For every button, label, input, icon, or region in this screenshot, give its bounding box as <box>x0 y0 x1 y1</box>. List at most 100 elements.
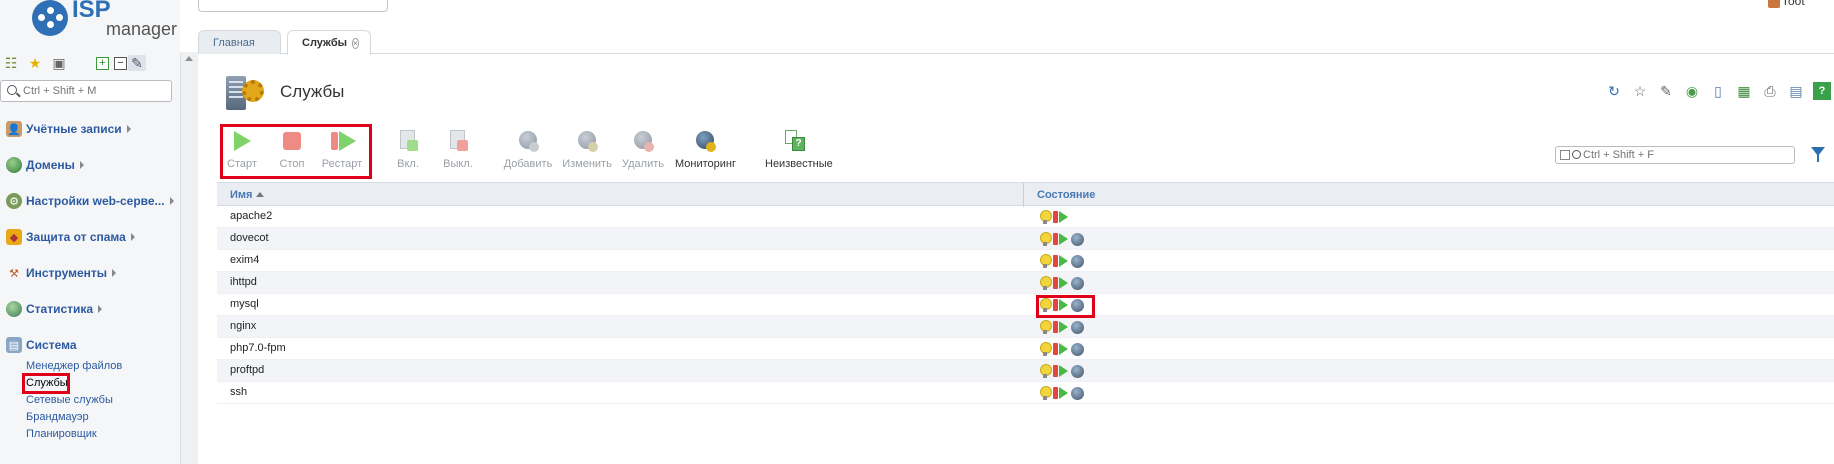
nav-group-statistics[interactable]: Статистика <box>6 299 103 319</box>
bulb-icon <box>1039 210 1052 224</box>
service-name: apache2 <box>230 210 273 222</box>
column-header-state[interactable]: Состояние <box>1037 189 1095 201</box>
logo-text-manager: manager <box>106 19 178 39</box>
tab-label: Главная <box>213 36 255 49</box>
stop-icon <box>1053 233 1058 245</box>
table-row[interactable]: mysql <box>217 294 1834 316</box>
bulb-icon <box>1039 232 1052 246</box>
stop-icon <box>1053 343 1058 355</box>
table-row[interactable]: php7.0-fpm <box>217 338 1834 360</box>
nav-group-accounts[interactable]: 👤 Учётные записи <box>6 119 131 139</box>
bulb-icon <box>1039 320 1052 334</box>
chevron-right-icon <box>98 305 103 313</box>
monitoring-icon <box>1071 364 1084 378</box>
excel-export-icon[interactable]: ▦ <box>1735 82 1753 100</box>
close-tab-icon[interactable]: × <box>352 37 359 49</box>
grid-icon <box>1560 150 1570 160</box>
monitoring-icon <box>1071 232 1084 246</box>
nav-group-web-settings[interactable]: ⚙ Настройки web-серве... <box>6 191 174 211</box>
services-table: Имя Состояние apache2 dovecot exim4 ihttpd m… <box>217 182 1834 404</box>
tree-view-icon[interactable]: ☷ <box>2 55 20 71</box>
table-row[interactable]: exim4 <box>217 250 1834 272</box>
stop-icon <box>1053 321 1058 333</box>
briefcase-icon[interactable]: ▣ <box>50 55 68 71</box>
nav-group-label: Система <box>26 338 77 352</box>
table-search-input[interactable] <box>1583 148 1788 162</box>
stop-icon <box>1053 387 1058 399</box>
table-search[interactable] <box>1555 146 1795 164</box>
page-title: Службы <box>280 82 345 101</box>
disable-icon <box>447 130 469 152</box>
table-body: apache2 dovecot exim4 ihttpd mysql nginx php7.… <box>217 206 1834 404</box>
nav-item-scheduler[interactable]: Планировщик <box>26 426 97 442</box>
isp-manager-logo[interactable]: ISP manager <box>32 0 177 40</box>
table-row[interactable]: apache2 <box>217 206 1834 228</box>
favorites-star-icon[interactable]: ★ <box>26 55 44 71</box>
chevron-right-icon <box>126 125 131 133</box>
tab-services[interactable]: Службы × <box>287 30 371 55</box>
edit-button[interactable]: Изменить <box>557 130 617 172</box>
nav-group-tools[interactable]: ⚒ Инструменты <box>6 263 117 283</box>
monitoring-icon <box>1071 276 1084 290</box>
service-name: ssh <box>230 386 248 398</box>
table-row[interactable]: proftpd <box>217 360 1834 382</box>
monitoring-icon <box>1071 254 1084 268</box>
pin-icon[interactable]: ✎ <box>128 55 146 71</box>
bulb-icon <box>1039 386 1052 400</box>
scroll-up-icon[interactable] <box>185 56 193 61</box>
print-icon[interactable]: ⎙ <box>1761 82 1779 100</box>
search-icon <box>7 85 17 95</box>
nav-group-spam[interactable]: ◆ Защита от спама <box>6 227 135 247</box>
menu-search[interactable] <box>0 80 172 102</box>
nav-item-firewall[interactable]: Брандмауэр <box>26 409 89 425</box>
table-row[interactable]: ssh <box>217 382 1834 404</box>
disable-label: Выкл. <box>443 158 473 170</box>
column-header-name[interactable]: Имя <box>230 189 265 201</box>
sidebar-scrollbar[interactable] <box>180 52 198 464</box>
nav-group-domains[interactable]: Домены <box>6 155 84 175</box>
expand-all-icon[interactable]: + <box>96 57 109 70</box>
user-name: root <box>1784 0 1805 8</box>
nav-item-file-manager[interactable]: Менеджер файлов <box>26 358 122 374</box>
monitoring-icon <box>1071 320 1084 334</box>
highlight-box <box>22 373 70 394</box>
table-row[interactable]: nginx <box>217 316 1834 338</box>
favorite-star-icon[interactable]: ☆ <box>1631 82 1649 100</box>
table-header: Имя Состояние <box>217 182 1834 207</box>
monitoring-icon <box>694 130 716 152</box>
user-menu[interactable]: root <box>1768 0 1805 8</box>
nav-item-network-services[interactable]: Сетевые службы <box>26 392 113 408</box>
document-icon[interactable]: ▯ <box>1709 82 1727 100</box>
pin-icon[interactable]: ✎ <box>1657 82 1675 100</box>
add-button[interactable]: Добавить <box>498 130 558 172</box>
monitoring-icon <box>1071 342 1084 356</box>
refresh-icon[interactable]: ↻ <box>1605 82 1623 100</box>
tab-home[interactable]: Главная <box>198 30 281 54</box>
chart-icon <box>6 301 22 317</box>
column-separator[interactable] <box>1023 183 1024 207</box>
monitoring-label: Мониторинг <box>675 158 737 170</box>
play-icon <box>231 130 253 152</box>
help-icon[interactable]: ? <box>1813 82 1831 100</box>
global-search-input[interactable] <box>198 0 388 12</box>
globe-icon[interactable]: ◉ <box>1683 82 1701 100</box>
delete-button[interactable]: Удалить <box>613 130 673 172</box>
play-icon <box>1059 387 1068 399</box>
restart-button[interactable]: Рестарт <box>312 130 372 172</box>
service-state <box>1039 385 1084 401</box>
monitoring-button[interactable]: Мониторинг <box>675 130 737 172</box>
delete-icon <box>632 130 654 152</box>
play-icon <box>1059 277 1068 289</box>
table-settings-icon[interactable]: ▤ <box>1787 82 1805 100</box>
service-state <box>1039 231 1084 247</box>
menu-search-input[interactable] <box>23 83 168 99</box>
collapse-all-icon[interactable]: − <box>114 57 127 70</box>
service-name: dovecot <box>230 232 269 244</box>
unknown-button[interactable]: ? Неизвестные <box>765 130 833 172</box>
nav-group-system[interactable]: ▤ Система <box>6 335 77 355</box>
disable-button[interactable]: Выкл. <box>428 130 488 172</box>
filter-icon[interactable] <box>1811 147 1825 162</box>
table-row[interactable]: dovecot <box>217 228 1834 250</box>
table-row[interactable]: ihttpd <box>217 272 1834 294</box>
play-icon <box>1059 365 1068 377</box>
